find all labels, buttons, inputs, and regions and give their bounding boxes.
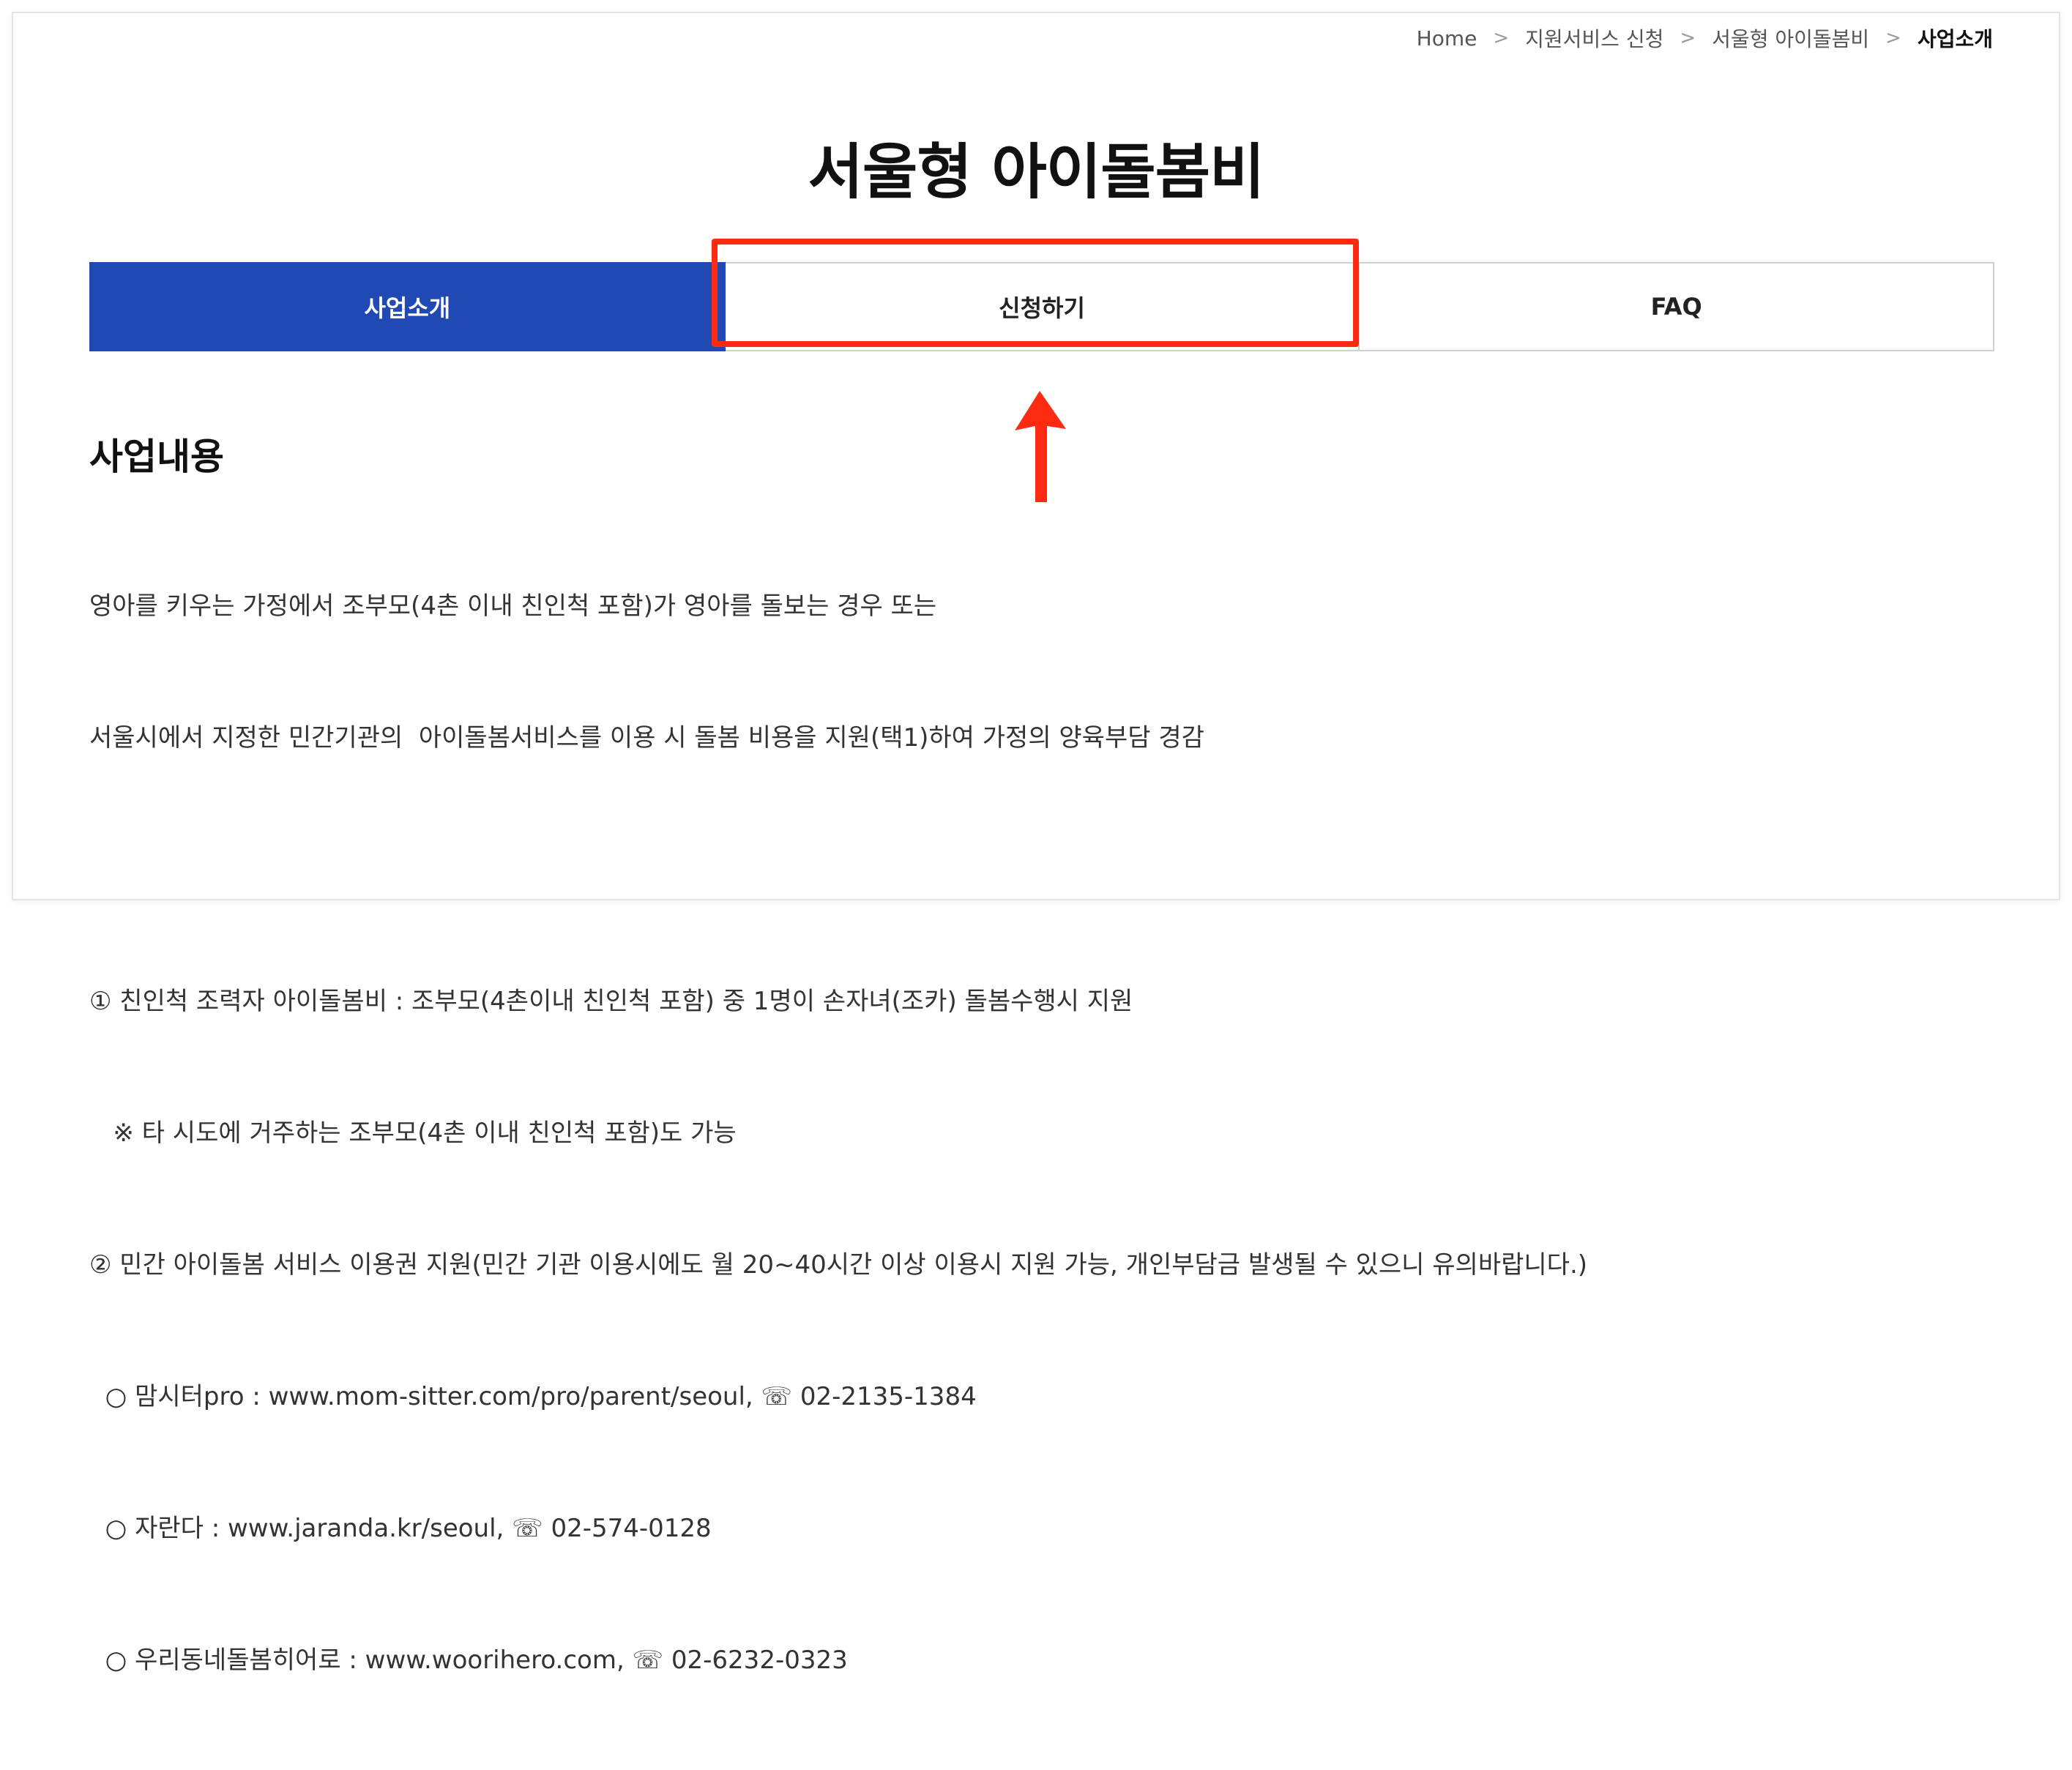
page-title: 서울형 아이돌봄비 <box>808 138 1264 207</box>
body-line <box>89 848 1993 892</box>
body-line: ○ 우리동네돌봄히어로 : www.woorihero.com, ☏ 02-62… <box>89 1646 848 1675</box>
breadcrumb-support-service[interactable]: 지원서비스 신청 <box>1525 23 1663 53</box>
body-line: ○ 자란다 : www.jaranda.kr/seoul, ☏ 02-574-0… <box>89 1514 712 1543</box>
breadcrumb-current: 사업소개 <box>1917 27 1993 51</box>
section-heading: 사업내용 <box>89 436 224 478</box>
tab-faq[interactable]: FAQ <box>1360 262 1995 351</box>
page-frame: Home > 지원서비스 신청 > 서울형 아이돌봄비 > 사업소개 서울형 아… <box>12 12 2060 1675</box>
breadcrumb-home[interactable]: Home <box>1417 26 1477 51</box>
body-line: 서울시에서 지정한 민간기관의 아이돌봄서비스를 이용 시 돌봄 비용을 지원(… <box>89 723 1204 753</box>
breadcrumb-separator-icon: > <box>1885 27 1901 49</box>
breadcrumb: Home > 지원서비스 신청 > 서울형 아이돌봄비 > 사업소개 <box>1417 23 1993 53</box>
tab-bar: 사업소개 신청하기 FAQ <box>89 262 1995 351</box>
body-line: ○ 맘시터pro : www.mom-sitter.com/pro/parent… <box>89 1382 977 1411</box>
tab-business-intro[interactable]: 사업소개 <box>89 262 726 351</box>
breadcrumb-seoul-childcare[interactable]: 서울형 아이돌봄비 <box>1712 23 1869 53</box>
body-line: 영아를 키우는 가정에서 조부모(4촌 이내 친인척 포함)가 영아를 돌보는 … <box>89 591 937 621</box>
breadcrumb-separator-icon: > <box>1493 27 1510 49</box>
tab-apply[interactable]: 신청하기 <box>725 262 1360 351</box>
body-line: ② 민간 아이돌봄 서비스 이용권 지원(민간 기관 이용시에도 월 20~40… <box>89 1250 1588 1280</box>
body-line: ※ 타 시도에 거주하는 조부모(4촌 이내 친인척 포함)도 가능 <box>89 1119 737 1148</box>
section-body: 영아를 키우는 가정에서 조부모(4촌 이내 친인척 포함)가 영아를 돌보는 … <box>89 496 1993 1770</box>
breadcrumb-separator-icon: > <box>1680 27 1696 49</box>
body-line: ① 친인척 조력자 아이돌봄비 : 조부모(4촌이내 친인척 포함) 중 1명이… <box>89 987 1133 1016</box>
